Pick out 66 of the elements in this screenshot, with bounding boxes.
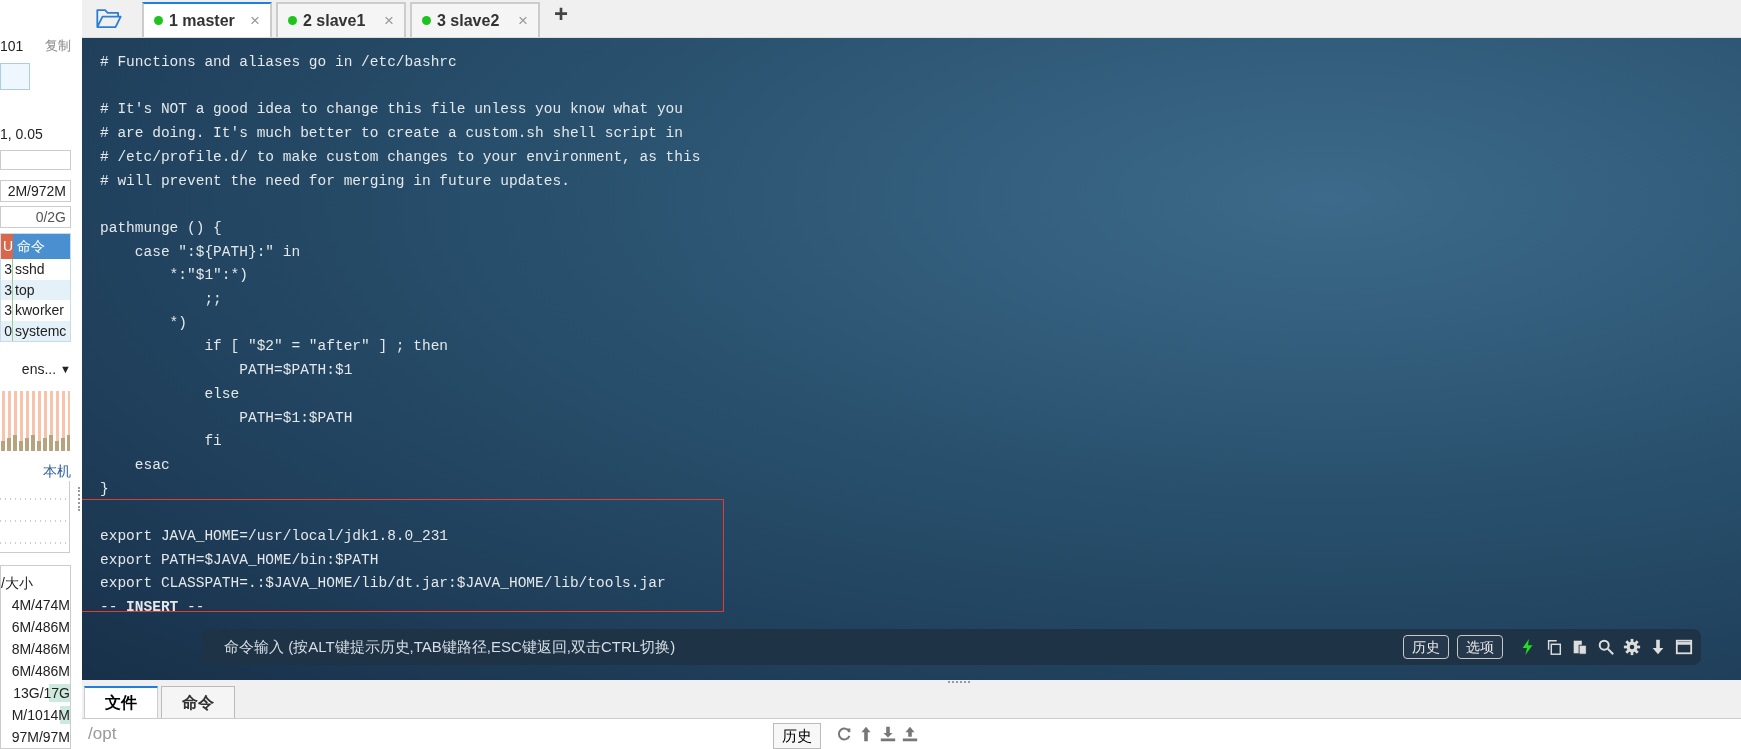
upload-icon[interactable] (901, 725, 919, 743)
terminal-line: case ":${PATH}:" in (133, 242, 301, 262)
table-cell-text: systemc (14, 321, 67, 341)
table-cell-text: top (14, 280, 35, 300)
disk-usage: M/1014M (11, 707, 70, 723)
panel-tab[interactable]: 文件 (84, 686, 158, 718)
table-cell: 0 (1, 320, 13, 341)
host-label[interactable]: 本机 (0, 461, 75, 481)
download-icon[interactable] (879, 725, 897, 743)
disk-usage: 4M/474M (11, 597, 70, 613)
terminal-line: export PATH=$JAVA_HOME/bin:$PATH (100, 550, 379, 570)
terminal-line: export JAVA_HOME=/usr/local/jdk1.8.0_231 (100, 527, 449, 546)
session-tab[interactable]: 3 slave2 × (410, 2, 540, 37)
window-icon[interactable] (1675, 638, 1693, 656)
splitter-handle[interactable] (948, 681, 970, 683)
load-average: 1, 0.05 (0, 125, 44, 144)
terminal-line: # Functions and aliases go in /etc/bashrc (100, 53, 457, 72)
table-cell: 3 (1, 259, 13, 280)
terminal-line: export CLASSPATH=.:$JAVA_HOME/lib/dt.jar:$JAVA_HOME/lib/tools.jar (100, 574, 666, 594)
terminal-line: *) (168, 313, 187, 333)
dropdown-arrow[interactable]: ▼ (60, 360, 71, 378)
terminal-line: # will prevent the need for merging in future updates. (100, 171, 570, 191)
table-cell-text: kworker (14, 301, 64, 320)
terminal-line: PATH=$1:$PATH (238, 408, 353, 428)
splitter-grip[interactable] (77, 487, 80, 511)
paste-icon[interactable] (1571, 638, 1589, 656)
terminal-line: esac (133, 455, 170, 475)
new-tab-button[interactable]: + (554, 0, 568, 32)
session-tab[interactable]: 2 slave1 × (276, 2, 406, 37)
host-address: 101 (0, 36, 24, 56)
interface-dropdown[interactable]: ens... (21, 358, 57, 380)
refresh-icon[interactable] (835, 725, 853, 743)
copy-icon[interactable] (1545, 638, 1563, 656)
terminal-line: ;; (203, 290, 222, 309)
terminal-line: if [ "$2" = "after" ] ; then (203, 337, 449, 357)
toolbar-button[interactable]: 历史 (1403, 635, 1449, 659)
session-tab[interactable]: 1 master × (142, 2, 272, 37)
disk-usage: 13G/17G (13, 685, 70, 701)
terminal-line: # It's NOT a good idea to change this file unless you know what you (100, 100, 683, 120)
disk-usage: 97M/97M (11, 729, 70, 745)
toolbar-button[interactable]: 选项 (1457, 635, 1503, 659)
terminal-line: *:"$1":*) (168, 266, 248, 286)
column-header[interactable]: /大小 (1, 572, 70, 594)
latency-chart (0, 481, 70, 553)
terminal-line: } (100, 479, 109, 499)
disk-usage: 6M/486M (11, 663, 70, 679)
terminal-line: pathmunge () { (100, 218, 222, 238)
copy-link[interactable]: 复制 (45, 36, 71, 56)
terminal-line: # /etc/profile.d/ to make custom changes to your environment, as this (100, 147, 701, 167)
history-button[interactable]: 历史 (773, 723, 821, 749)
panel-tab[interactable]: 命令 (161, 686, 235, 718)
table-cell-text: sshd (14, 260, 45, 279)
settings-icon[interactable] (1623, 638, 1641, 656)
swap-meter: 0/2G (0, 206, 71, 228)
search-icon[interactable] (1597, 638, 1615, 656)
cpu-meter (0, 150, 71, 170)
terminal-line: fi (203, 432, 222, 452)
vim-mode-line: -- INSERT -- (100, 598, 205, 618)
terminal-line: else (203, 384, 240, 404)
disk-usage: 8M/486M (11, 641, 70, 657)
table-cell: 3 (1, 300, 13, 321)
terminal-line: # are doing. It's much better to create a custom.sh shell script in (100, 124, 683, 144)
terminal-line: PATH=$PATH:$1 (238, 361, 353, 381)
disk-usage: 6M/486M (11, 619, 70, 635)
memory-meter: 2M/972M (0, 180, 71, 202)
command-bar[interactable]: 命令输入 (按ALT键提示历史,TAB键路径,ESC键返回,双击CTRL切换) 历史 选项 (202, 629, 1701, 665)
